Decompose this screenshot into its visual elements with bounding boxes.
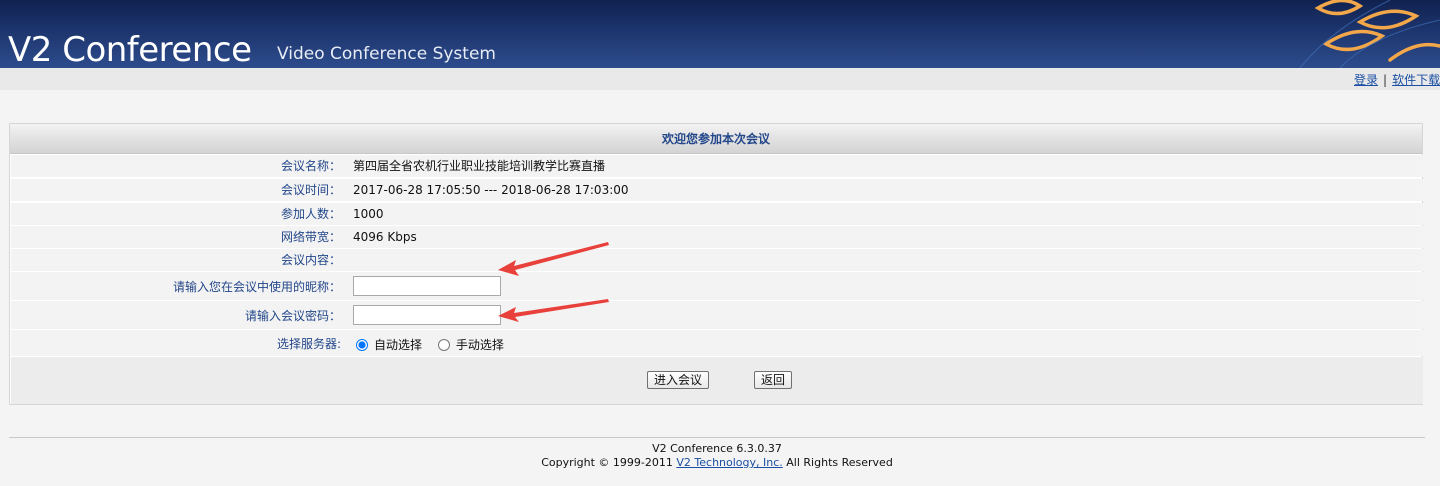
server-radio-group: 自动选择 手动选择 — [356, 336, 504, 353]
footer-version: V2 Conference 6.3.0.37 — [652, 442, 782, 455]
nickname-label: 请输入您在会议中使用的昵称： — [172, 280, 341, 294]
server-radio-auto[interactable] — [356, 339, 368, 351]
info-row-meeting-name: 会议名称： 第四届全省农机行业职业技能培训教学比赛直播 — [11, 155, 1423, 177]
attendee-count-value: 1000 — [353, 207, 384, 221]
meeting-time-value: 2017-06-28 17:05:50 --- 2018-06-28 17:03… — [353, 183, 629, 197]
nickname-input[interactable] — [353, 276, 501, 296]
login-link[interactable]: 登录 — [1354, 73, 1378, 87]
bandwidth-label: 网络带宽： — [280, 230, 341, 244]
meeting-time-label: 会议时间： — [280, 183, 341, 197]
top-links: 登录 | 软件下载 — [1354, 72, 1440, 88]
header-subbar — [0, 68, 1440, 90]
nickname-row: 请输入您在会议中使用的昵称： — [11, 272, 1423, 300]
footer-copyright: Copyright © 1999-2011 V2 Technology, Inc… — [0, 456, 1434, 470]
meeting-name-value: 第四届全省农机行业职业技能培训教学比赛直播 — [353, 159, 606, 173]
software-download-link[interactable]: 软件下载 — [1392, 73, 1440, 87]
password-label: 请输入会议密码： — [244, 309, 341, 323]
server-option-manual[interactable]: 手动选择 — [437, 336, 504, 353]
footer-copyright-prefix: Copyright © 1999-2011 — [541, 456, 677, 469]
conference-join-panel: 欢迎您参加本次会议 会议名称： 第四届全省农机行业职业技能培训教学比赛直播 会议… — [9, 123, 1423, 405]
info-row-bandwidth: 网络带宽： 4096 Kbps — [11, 226, 1423, 248]
footer-copyright-suffix: All Rights Reserved — [782, 456, 893, 469]
app-subtitle: Video Conference System — [277, 44, 496, 64]
password-input[interactable] — [353, 305, 501, 325]
top-links-separator: | — [1383, 73, 1388, 87]
brand-swoosh-logo-icon — [1299, 0, 1440, 68]
meeting-name-label: 会议名称： — [280, 159, 341, 173]
info-row-meeting-time: 会议时间： 2017-06-28 17:05:50 --- 2018-06-28… — [11, 179, 1423, 201]
meeting-content-label: 会议内容： — [280, 253, 341, 267]
info-row-meeting-content: 会议内容： — [11, 249, 1423, 271]
attendee-count-label: 参加人数： — [280, 207, 341, 221]
server-option-auto-label: 自动选择 — [374, 338, 423, 352]
back-button[interactable]: 返回 — [754, 371, 793, 389]
password-row: 请输入会议密码： — [11, 301, 1423, 329]
server-radio-manual[interactable] — [437, 339, 450, 351]
panel-title: 欢迎您参加本次会议 — [10, 124, 1422, 154]
bandwidth-value: 4096 Kbps — [353, 230, 417, 244]
server-option-auto[interactable]: 自动选择 — [356, 336, 422, 353]
company-link[interactable]: V2 Technology, Inc. — [676, 456, 782, 469]
enter-meeting-button[interactable]: 进入会议 — [647, 371, 710, 389]
app-header: V2 Conference Video Conference System — [0, 0, 1440, 68]
server-select-row: 选择服务器: 自动选择 手动选择 — [11, 330, 1423, 356]
server-select-label: 选择服务器: — [276, 337, 341, 351]
page-footer: V2 Conference 6.3.0.37 Copyright © 1999-… — [0, 442, 1434, 470]
server-option-manual-label: 手动选择 — [455, 338, 504, 352]
footer-divider — [9, 437, 1425, 438]
app-title: V2 Conference — [8, 30, 252, 68]
action-row: 进入会议 返回 — [11, 357, 1423, 404]
info-row-attendee-count: 参加人数： 1000 — [11, 203, 1423, 225]
